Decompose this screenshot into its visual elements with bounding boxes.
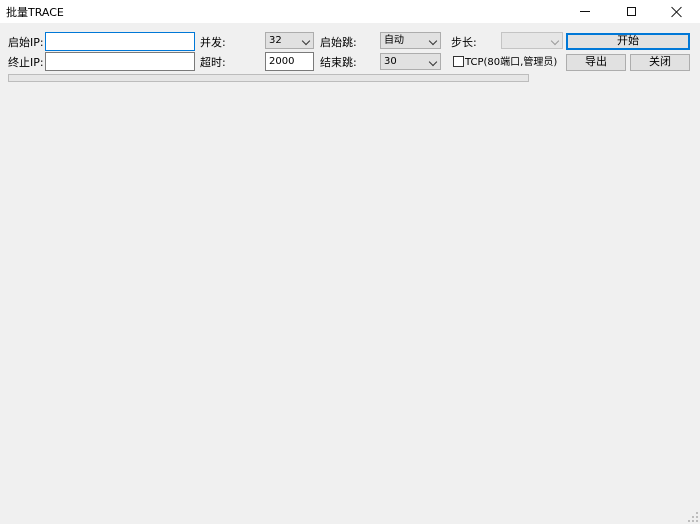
close-button[interactable]: 关闭 bbox=[630, 54, 690, 71]
chevron-down-icon bbox=[428, 57, 438, 67]
start-hop-value: 自动 bbox=[384, 35, 404, 46]
timeout-label: 超时: bbox=[200, 56, 226, 69]
export-button[interactable]: 导出 bbox=[566, 54, 626, 71]
start-ip-input[interactable] bbox=[45, 32, 195, 51]
end-ip-label: 终止IP: bbox=[8, 56, 44, 69]
maximize-button[interactable] bbox=[608, 0, 654, 23]
title-bar[interactable]: 批量TRACE bbox=[0, 0, 700, 23]
tcp-checkbox-label: TCP(80端口,管理员) bbox=[465, 57, 558, 68]
concurrency-select[interactable]: 32 bbox=[265, 32, 314, 49]
start-button[interactable]: 开始 bbox=[566, 33, 690, 50]
minimize-icon bbox=[580, 11, 590, 12]
window-title: 批量TRACE bbox=[6, 6, 64, 19]
end-hop-select[interactable]: 30 bbox=[380, 53, 441, 70]
chevron-down-icon bbox=[428, 36, 438, 46]
close-window-button[interactable] bbox=[654, 0, 700, 23]
timeout-input[interactable] bbox=[265, 52, 314, 71]
end-hop-value: 30 bbox=[384, 56, 397, 67]
step-select[interactable] bbox=[501, 32, 563, 49]
chevron-down-icon bbox=[550, 36, 560, 46]
end-hop-label: 结束跳: bbox=[320, 56, 357, 69]
step-label: 步长: bbox=[451, 36, 477, 49]
tcp-checkbox[interactable] bbox=[453, 56, 464, 67]
resize-grip-icon[interactable] bbox=[688, 512, 698, 522]
progress-bar bbox=[8, 74, 529, 82]
chevron-down-icon bbox=[301, 36, 311, 46]
concurrency-value: 32 bbox=[269, 35, 282, 46]
minimize-button[interactable] bbox=[562, 0, 608, 23]
start-ip-label: 启始IP: bbox=[8, 36, 44, 49]
close-icon bbox=[671, 6, 683, 18]
start-hop-label: 启始跳: bbox=[320, 36, 357, 49]
start-hop-select[interactable]: 自动 bbox=[380, 32, 441, 49]
concurrency-label: 并发: bbox=[200, 36, 226, 49]
end-ip-input[interactable] bbox=[45, 52, 195, 71]
maximize-icon bbox=[626, 7, 636, 16]
